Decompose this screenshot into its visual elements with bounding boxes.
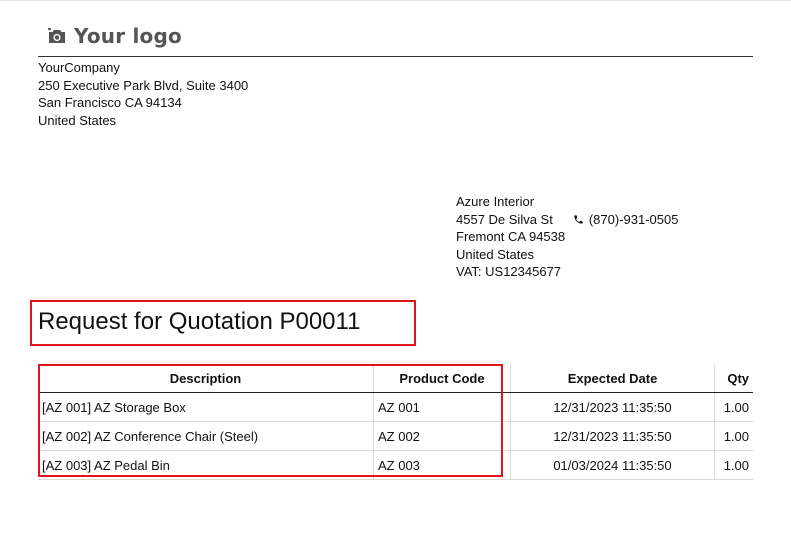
table-row: [AZ 003] AZ Pedal Bin AZ 003 01/03/2024 …: [38, 450, 753, 480]
top-border: [0, 0, 791, 1]
page-title: Request for Quotation P00011: [38, 308, 361, 335]
header-expected-date: Expected Date: [510, 364, 715, 393]
company-street: 250 Executive Park Blvd, Suite 3400: [38, 77, 249, 93]
partner-country: United States: [456, 246, 535, 262]
cell-product-code: AZ 002: [373, 421, 511, 451]
partner-phone: (870)-931-0505: [573, 211, 679, 229]
table-header-row: Description Product Code Expected Date Q…: [38, 364, 753, 393]
camera-icon: [48, 28, 65, 43]
cell-description: [AZ 001] AZ Storage Box: [38, 392, 374, 422]
company-city: San Francisco CA 94134: [38, 95, 182, 110]
header-divider: [38, 56, 753, 57]
header-product-code: Product Code: [373, 364, 511, 393]
header-description: Description: [38, 364, 374, 393]
cell-qty: 1.00: [714, 392, 753, 422]
partner-street: 4557 De Silva St: [456, 211, 553, 227]
cell-product-code: AZ 001: [373, 392, 511, 422]
table-row: [AZ 002] AZ Conference Chair (Steel) AZ …: [38, 421, 753, 451]
header-qty: Qty: [714, 364, 753, 393]
partner-street-row: 4557 De Silva St (870)-931-0505: [456, 211, 678, 229]
table-row: [AZ 001] AZ Storage Box AZ 001 12/31/202…: [38, 392, 753, 422]
logo-text: Your logo: [74, 24, 182, 48]
phone-icon: [574, 215, 583, 224]
order-lines-table: Description Product Code Expected Date Q…: [38, 364, 753, 480]
partner-name: Azure Interior: [456, 194, 535, 209]
cell-description: [AZ 002] AZ Conference Chair (Steel): [38, 421, 374, 451]
partner-phone-number: (870)-931-0505: [588, 211, 679, 227]
company-logo: Your logo: [48, 24, 182, 48]
partner-address: Azure Interior 4557 De Silva St (870)-93…: [456, 193, 678, 281]
cell-expected-date: 12/31/2023 11:35:50: [510, 421, 715, 451]
company-country: United States: [38, 112, 117, 128]
partner-city: Fremont CA 94538: [456, 229, 566, 244]
company-name: YourCompany: [38, 60, 120, 75]
partner-vat: VAT: US12345677: [456, 264, 562, 279]
company-address: YourCompany 250 Executive Park Blvd, Sui…: [38, 59, 248, 129]
cell-expected-date: 12/31/2023 11:35:50: [510, 392, 715, 422]
cell-qty: 1.00: [714, 421, 753, 451]
cell-qty: 1.00: [714, 450, 753, 480]
cell-description: [AZ 003] AZ Pedal Bin: [38, 450, 374, 480]
cell-expected-date: 01/03/2024 11:35:50: [510, 450, 715, 480]
cell-product-code: AZ 003: [373, 450, 511, 480]
